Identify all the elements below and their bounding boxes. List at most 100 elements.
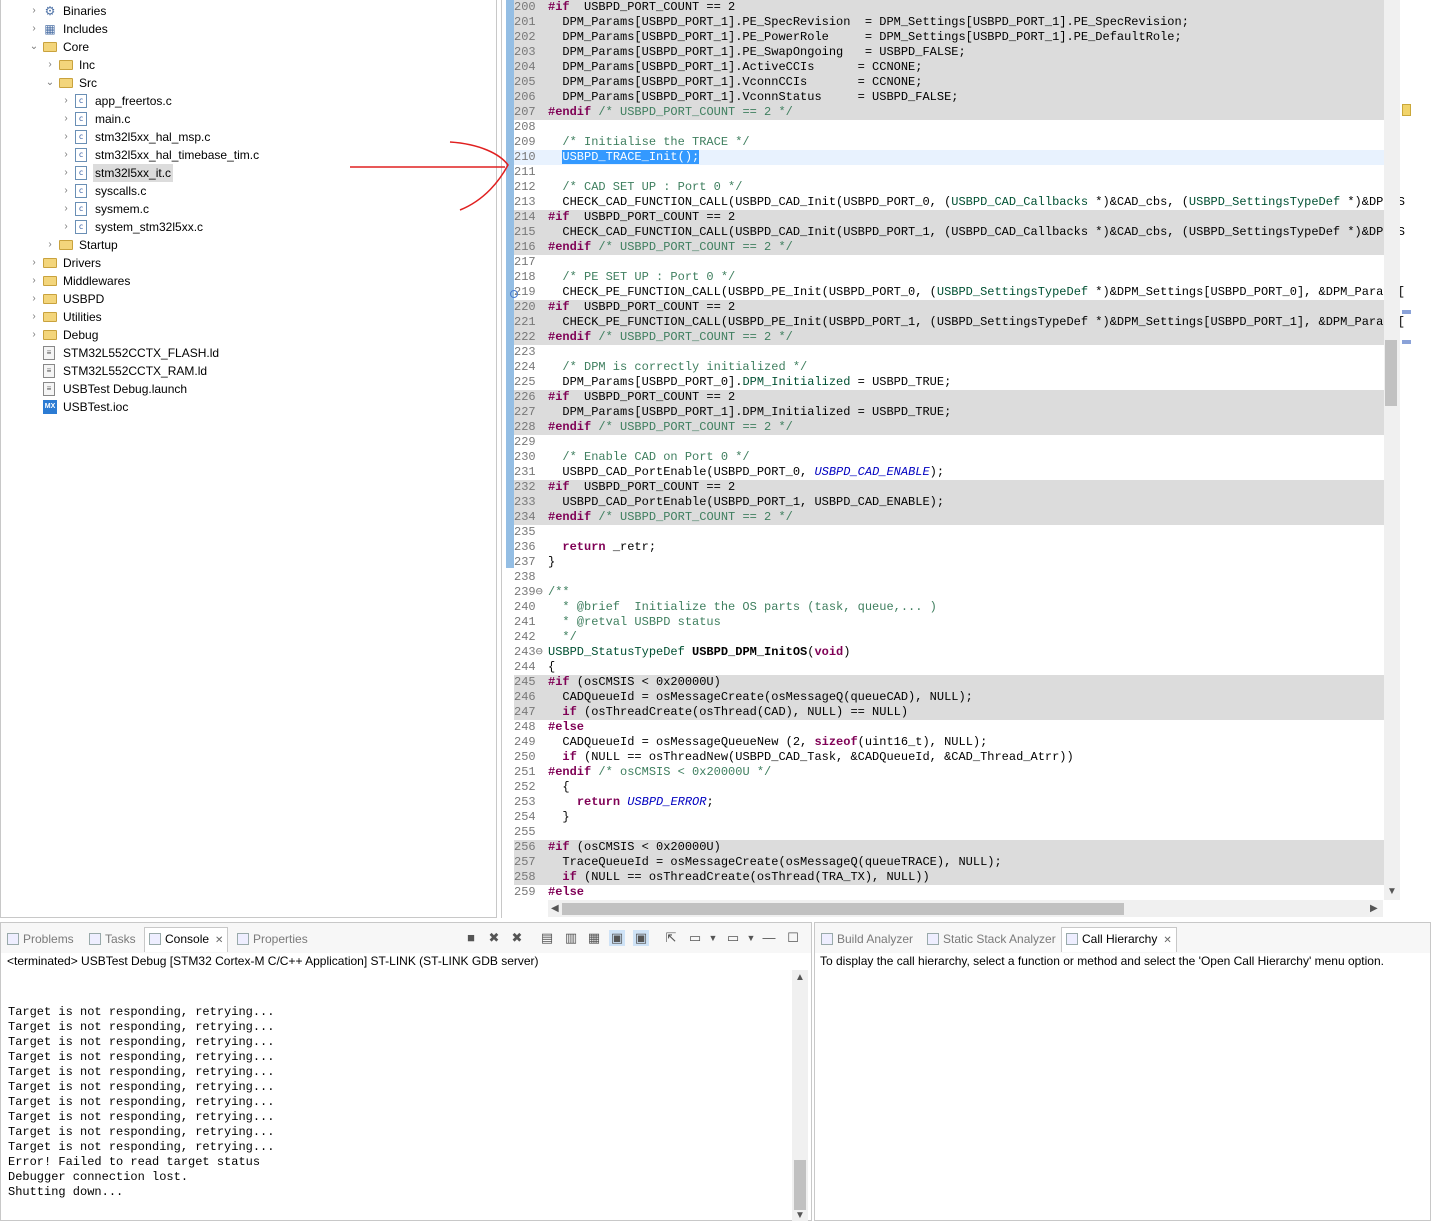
tab-static-stack-analyzer[interactable]: Static Stack Analyzer — [927, 929, 1056, 949]
close-icon[interactable]: ✕ — [1163, 935, 1171, 946]
code-line[interactable]: 224 /* DPM is correctly initialized */ — [514, 360, 1384, 375]
chevron-down-icon[interactable]: ⌄ — [45, 74, 55, 92]
overview-occurrence-marker[interactable] — [1402, 340, 1411, 344]
code-line[interactable]: 217 — [514, 255, 1384, 270]
code-line[interactable]: 201 DPM_Params[USBPD_PORT_1].PE_SpecRevi… — [514, 15, 1384, 30]
code-line[interactable]: 251 #endif /* osCMSIS < 0x20000U */ — [514, 765, 1384, 780]
chevron-right-icon[interactable]: › — [29, 326, 39, 344]
code-line[interactable]: 240 * @brief Initialize the OS parts (ta… — [514, 600, 1384, 615]
editor-vertical-scroll-thumb[interactable] — [1385, 340, 1397, 406]
word-wrap-icon[interactable]: ▦ — [586, 930, 602, 946]
chevron-right-icon[interactable]: › — [29, 2, 39, 20]
open-console-icon[interactable]: ▭ — [725, 930, 741, 946]
tree-item[interactable]: › Inc — [45, 56, 491, 74]
remove-all-launches-icon[interactable]: ✖ — [509, 930, 525, 946]
code-line[interactable]: 218 /* PE SET UP : Port 0 */ — [514, 270, 1384, 285]
tree-item[interactable]: › ▦ Includes — [29, 20, 491, 38]
code-line[interactable]: 244 { — [514, 660, 1384, 675]
code-line[interactable]: 246 CADQueueId = osMessageCreate(osMessa… — [514, 690, 1384, 705]
scroll-down-arrow-icon[interactable]: ▼ — [1387, 886, 1397, 897]
chevron-right-icon[interactable]: › — [45, 56, 55, 74]
tree-item[interactable]: › c app_freertos.c — [61, 92, 491, 110]
code-line[interactable]: 206 DPM_Params[USBPD_PORT_1].VconnStatus… — [514, 90, 1384, 105]
code-line[interactable]: 200 #if USBPD_PORT_COUNT == 2 — [514, 0, 1384, 15]
tree-item[interactable]: › Utilities — [29, 308, 491, 326]
console-scroll-thumb[interactable] — [794, 1160, 806, 1210]
code-line[interactable]: 222 #endif /* USBPD_PORT_COUNT == 2 */ — [514, 330, 1384, 345]
tab-build-analyzer[interactable]: Build Analyzer — [821, 929, 913, 949]
code-line[interactable]: 236 return _retr; — [514, 540, 1384, 555]
code-line[interactable]: 259 #else — [514, 885, 1384, 900]
code-line[interactable]: 232 #if USBPD_PORT_COUNT == 2 — [514, 480, 1384, 495]
tree-item[interactable]: › ⚙ Binaries — [29, 2, 491, 20]
code-line[interactable]: 250 if (NULL == osThreadNew(USBPD_CAD_Ta… — [514, 750, 1384, 765]
code-line[interactable]: 235 — [514, 525, 1384, 540]
scroll-left-arrow-icon[interactable]: ◀ — [551, 903, 559, 914]
chevron-right-icon[interactable]: › — [61, 218, 71, 236]
code-line[interactable]: 204 DPM_Params[USBPD_PORT_1].ActiveCCIs … — [514, 60, 1384, 75]
code-line[interactable]: 239⊖ /** — [514, 585, 1384, 600]
maximize-icon[interactable]: ☐ — [785, 930, 801, 946]
code-line[interactable]: 214 #if USBPD_PORT_COUNT == 2 — [514, 210, 1384, 225]
tree-item[interactable]: ≡ STM32L552CCTX_RAM.ld — [29, 362, 491, 380]
show-console-on-error-icon[interactable]: ▣ — [633, 930, 649, 946]
code-line[interactable]: 212 /* CAD SET UP : Port 0 */ — [514, 180, 1384, 195]
code-line[interactable]: 256 #if (osCMSIS < 0x20000U) — [514, 840, 1384, 855]
show-console-on-output-icon[interactable]: ▣ — [609, 930, 625, 946]
code-line[interactable]: 241 * @retval USBPD status — [514, 615, 1384, 630]
breakpoint-marker-icon[interactable] — [510, 290, 518, 298]
code-line[interactable]: 209 /* Initialise the TRACE */ — [514, 135, 1384, 150]
display-console-icon[interactable]: ▭ — [687, 930, 703, 946]
tab-problems[interactable]: Problems — [7, 929, 74, 949]
code-line[interactable]: 247 if (osThreadCreate(osThread(CAD), NU… — [514, 705, 1384, 720]
code-line[interactable]: 213 CHECK_CAD_FUNCTION_CALL(USBPD_CAD_In… — [514, 195, 1405, 210]
chevron-right-icon[interactable]: › — [61, 182, 71, 200]
remove-launch-icon[interactable]: ✖ — [486, 930, 502, 946]
overview-occurrence-marker[interactable] — [1402, 310, 1411, 314]
chevron-right-icon[interactable]: › — [61, 128, 71, 146]
code-line[interactable]: 211 — [514, 165, 1384, 180]
code-line[interactable]: 249 CADQueueId = osMessageQueueNew (2, s… — [514, 735, 1384, 750]
chevron-right-icon[interactable]: › — [61, 92, 71, 110]
code-line[interactable]: 205 DPM_Params[USBPD_PORT_1].VconnCCIs =… — [514, 75, 1384, 90]
code-line[interactable]: 226 #if USBPD_PORT_COUNT == 2 — [514, 390, 1384, 405]
code-line[interactable]: 243⊖ USBPD_StatusTypeDef USBPD_DPM_InitOS… — [514, 645, 1384, 660]
code-line[interactable]: 208 — [514, 120, 1384, 135]
tab-properties[interactable]: Properties — [237, 929, 308, 949]
code-line[interactable]: 207 #endif /* USBPD_PORT_COUNT == 2 */ — [514, 105, 1384, 120]
chevron-down-icon[interactable]: ⌄ — [29, 38, 39, 56]
tree-item[interactable]: › Drivers — [29, 254, 491, 272]
code-line[interactable]: 231 USBPD_CAD_PortEnable(USBPD_PORT_0, U… — [514, 465, 1384, 480]
minimize-icon[interactable]: — — [761, 930, 777, 946]
code-line[interactable]: 252 { — [514, 780, 1384, 795]
editor-vertical-scrollbar[interactable] — [1384, 0, 1400, 900]
chevron-right-icon[interactable]: › — [61, 146, 71, 164]
code-line[interactable]: 227 DPM_Params[USBPD_PORT_1].DPM_Initial… — [514, 405, 1384, 420]
code-line[interactable]: 223 — [514, 345, 1384, 360]
code-line[interactable]: 219 CHECK_PE_FUNCTION_CALL(USBPD_PE_Init… — [514, 285, 1405, 300]
code-line[interactable]: 228 #endif /* USBPD_PORT_COUNT == 2 */ — [514, 420, 1384, 435]
code-editor[interactable]: 200 #if USBPD_PORT_COUNT == 2 201 DPM_Para… — [501, 0, 1416, 918]
code-line[interactable]: 233 USBPD_CAD_PortEnable(USBPD_PORT_1, U… — [514, 495, 1384, 510]
code-line[interactable]: 237} — [514, 555, 1384, 570]
tree-item[interactable]: ⌄ Core — [29, 38, 491, 56]
code-line[interactable]: 215 CHECK_CAD_FUNCTION_CALL(USBPD_CAD_In… — [514, 225, 1405, 240]
close-icon[interactable]: ✕ — [215, 935, 223, 946]
code-line[interactable]: 225 DPM_Params[USBPD_PORT_0].DPM_Initial… — [514, 375, 1384, 390]
chevron-right-icon[interactable]: › — [61, 200, 71, 218]
tree-item[interactable]: › Startup — [45, 236, 491, 254]
code-line[interactable]: 258 if (NULL == osThreadCreate(osThread(… — [514, 870, 1384, 885]
chevron-right-icon[interactable]: › — [29, 20, 39, 38]
code-line[interactable]: 220 #if USBPD_PORT_COUNT == 2 — [514, 300, 1384, 315]
code-line[interactable]: 203 DPM_Params[USBPD_PORT_1].PE_SwapOngo… — [514, 45, 1384, 60]
chevron-right-icon[interactable]: › — [61, 110, 71, 128]
code-line[interactable]: 230 /* Enable CAD on Port 0 */ — [514, 450, 1384, 465]
scroll-lock-icon[interactable]: ▥ — [563, 930, 579, 946]
code-line[interactable]: 245 #if (osCMSIS < 0x20000U) — [514, 675, 1384, 690]
tab-tasks[interactable]: Tasks — [89, 929, 136, 949]
code-line[interactable]: 255 — [514, 825, 1384, 840]
code-line[interactable]: 257 TraceQueueId = osMessageCreate(osMes… — [514, 855, 1384, 870]
overview-warning-marker[interactable] — [1402, 104, 1411, 116]
chevron-right-icon[interactable]: › — [45, 236, 55, 254]
scroll-up-arrow-icon[interactable]: ▲ — [795, 972, 805, 983]
